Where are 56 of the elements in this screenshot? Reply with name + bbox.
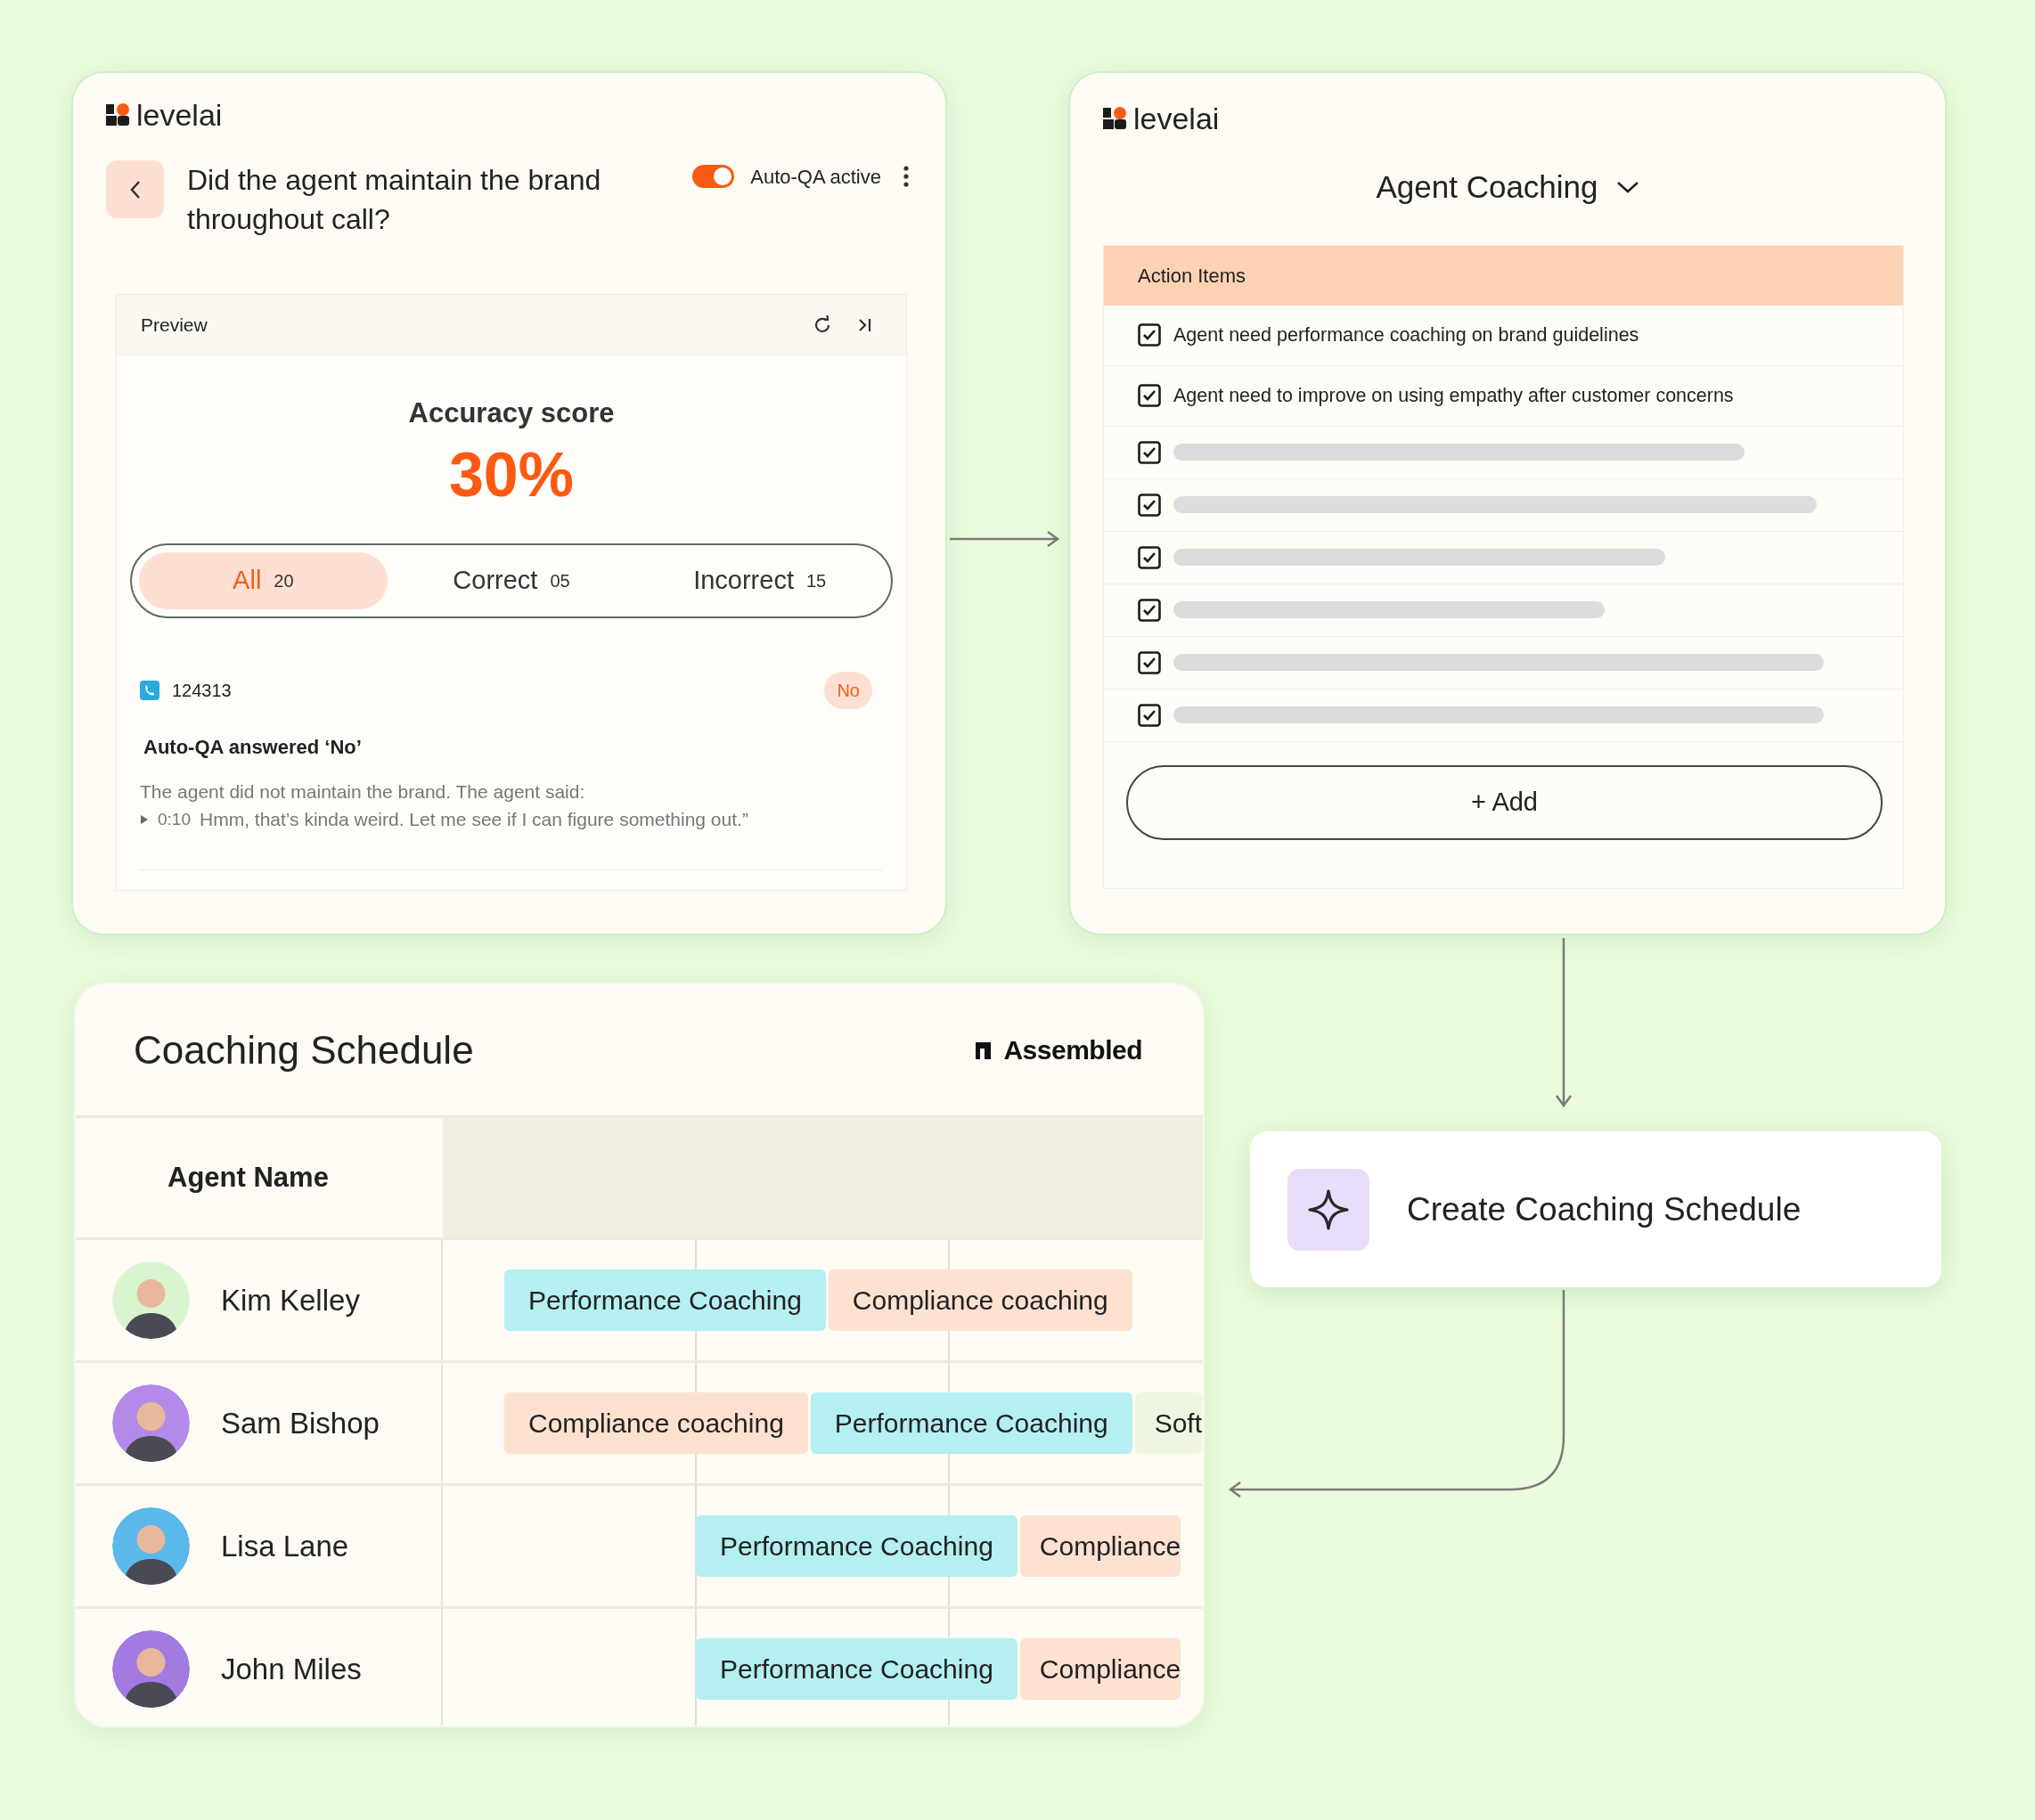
count: 05 xyxy=(550,569,570,592)
logo-icon xyxy=(106,102,131,127)
timestamp: 0:10 xyxy=(158,808,191,830)
session-tag[interactable]: Performance Coaching xyxy=(696,1515,1018,1577)
agent-name: Sam Bishop xyxy=(221,1405,380,1441)
session-tag[interactable]: Compliance coaching xyxy=(828,1269,1132,1331)
toggle-switch[interactable] xyxy=(692,165,735,188)
session-tag[interactable]: Performance Coaching xyxy=(810,1392,1132,1454)
agent-name: John Miles xyxy=(221,1651,362,1687)
dropdown-title[interactable]: Agent Coaching xyxy=(1376,164,1598,211)
agent-name: Kim Kelley xyxy=(221,1282,360,1318)
session-tag[interactable]: Compliance coaching xyxy=(504,1392,808,1454)
filter-tab[interactable]: Correct 05 xyxy=(387,551,636,609)
quote-text: Hmm, that’s kinda weird. Let me see if I can figure something out.” xyxy=(200,808,748,831)
checkbox[interactable] xyxy=(1138,323,1161,347)
session-tag[interactable]: Soft xyxy=(1134,1392,1203,1454)
count: 20 xyxy=(274,569,294,592)
score-value: 30% xyxy=(448,443,575,506)
checkbox[interactable] xyxy=(1138,440,1161,464)
toggle-label: Auto-QA active xyxy=(750,164,881,190)
question-title: Did the agent maintain the brand throughout call? xyxy=(187,163,602,237)
checkbox[interactable] xyxy=(1138,598,1161,622)
result-heading: Auto-QA answered ‘No’ xyxy=(143,734,363,760)
explanation-text: The agent did not maintain the brand. The agent said: xyxy=(140,779,586,804)
filter-tab[interactable]: Incorrect 15 xyxy=(635,551,884,609)
logo-icon xyxy=(1103,106,1128,131)
card-title: Coaching Schedule xyxy=(134,1026,474,1073)
panel-title: Preview xyxy=(141,313,208,337)
play-icon[interactable] xyxy=(140,813,149,825)
chevron-down-icon[interactable] xyxy=(1615,180,1639,195)
action-item-text: Agent need performance coaching on brand guidelines xyxy=(1173,322,1639,347)
count: 15 xyxy=(805,569,827,592)
answer-badge: No xyxy=(824,671,872,709)
checkbox[interactable] xyxy=(1138,703,1161,727)
checkbox[interactable] xyxy=(1138,650,1161,674)
brand-name: Assembled xyxy=(1003,1034,1142,1066)
add-button[interactable]: + Add xyxy=(1126,764,1883,840)
logo-text: levelai xyxy=(1133,103,1220,134)
agent-name: Lisa Lane xyxy=(221,1528,349,1564)
checkbox[interactable] xyxy=(1138,545,1161,569)
session-tag[interactable]: Performance Coaching xyxy=(504,1269,826,1331)
create-schedule-button[interactable]: Create Coaching Schedule xyxy=(1250,1131,1941,1287)
panel-header: Action Items xyxy=(1104,245,1903,306)
session-tag[interactable]: Compliance xyxy=(1019,1638,1181,1700)
sparkle-icon xyxy=(1287,1168,1369,1251)
filter-tab[interactable]: All 20 xyxy=(139,551,388,609)
call-id: 124313 xyxy=(172,679,232,702)
logo-text: levelai xyxy=(136,100,223,130)
action-item-text: Agent need to improve on using empathy after customer concerns xyxy=(1173,383,1734,408)
session-tag[interactable]: Performance Coaching xyxy=(696,1638,1018,1700)
score-label: Accuracy score xyxy=(408,396,615,430)
session-tag[interactable]: Compliance xyxy=(1019,1515,1181,1577)
column-header: Agent Name xyxy=(168,1160,329,1195)
checkbox[interactable] xyxy=(1138,493,1161,517)
phone-icon xyxy=(140,680,159,700)
checkbox[interactable] xyxy=(1138,384,1161,407)
